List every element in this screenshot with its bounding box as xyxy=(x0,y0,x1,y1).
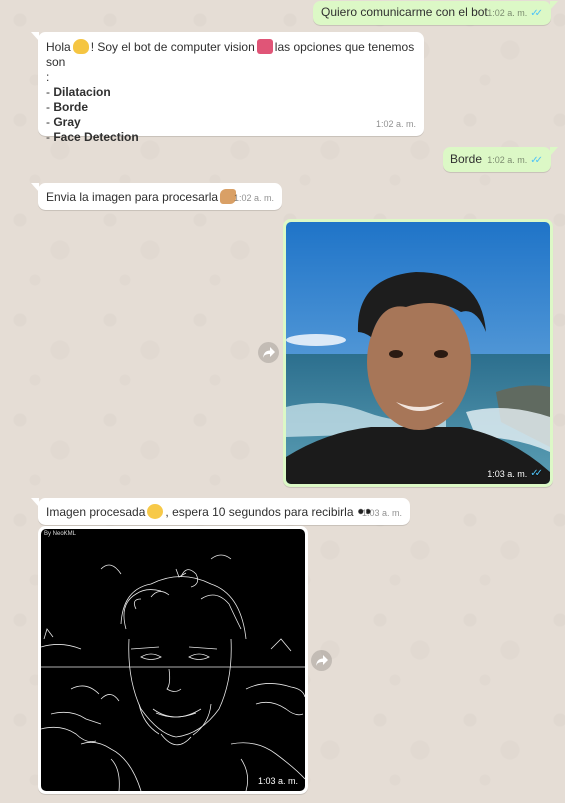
message-meta: 1:02 a. m. ✓✓ xyxy=(487,6,543,22)
option-item: - Borde xyxy=(46,100,418,115)
greeting-colon: : xyxy=(46,70,50,84)
option-item: - Face Detection xyxy=(46,130,418,145)
processed-image[interactable]: By NeoKML 1:03 a. m. xyxy=(41,529,305,791)
message-body: Hola! Soy el bot de computer vision las o… xyxy=(46,39,418,145)
option-item: - Gray xyxy=(46,115,418,130)
image-watermark: By NeoKML xyxy=(44,531,77,537)
message-body: Envia la imagen para procesarla xyxy=(46,189,238,206)
forward-icon xyxy=(315,655,328,666)
message-incoming[interactable]: Imagen procesada , espera 10 segundos par… xyxy=(31,498,410,525)
message-text: Envia la imagen para procesarla xyxy=(46,190,219,204)
message-meta: 1:03 a. m. xyxy=(362,506,402,522)
message-outgoing[interactable]: Borde 1:02 a. m. ✓✓ xyxy=(443,147,558,172)
message-meta: 1:02 a. m. ✓✓ xyxy=(487,153,543,169)
message-outgoing-photo[interactable]: 1:03 a. m. ✓✓ xyxy=(283,219,553,487)
message-text: Borde xyxy=(450,152,483,166)
message-time: 1:03 a. m. xyxy=(361,507,402,518)
selfie-photo xyxy=(286,222,550,484)
double-check-icon: ✓✓ xyxy=(530,468,543,479)
message-text: Quiero comunicarme con el bot xyxy=(321,5,488,19)
double-check-icon: ✓✓ xyxy=(530,154,543,166)
message-incoming[interactable]: Hola! Soy el bot de computer vision las o… xyxy=(31,32,424,144)
robot-emoji xyxy=(256,39,273,54)
waving-hand-emoji xyxy=(72,39,89,54)
edge-detected-image xyxy=(41,554,305,791)
message-time: 1:02 a. m. xyxy=(233,192,274,203)
option-label: Borde xyxy=(53,100,89,114)
forward-icon xyxy=(262,347,275,358)
message-meta: 1:02 a. m. xyxy=(234,191,274,207)
option-label: Gray xyxy=(53,115,81,129)
option-label: Face Detection xyxy=(53,130,139,144)
message-text-post: , espera 10 segundos para recibirla xyxy=(165,505,354,519)
forward-button[interactable] xyxy=(311,650,332,671)
greeting-text: Hola xyxy=(46,40,71,54)
message-incoming-photo[interactable]: By NeoKML 1:03 a. m. xyxy=(38,526,308,794)
message-body: Imagen procesada , espera 10 segundos par… xyxy=(46,504,374,521)
message-time: 1:03 a. m. xyxy=(487,468,528,479)
greeting-text-mid: ! Soy el bot de computer vision xyxy=(90,40,255,54)
forward-button[interactable] xyxy=(258,342,279,363)
option-label: Dilatacion xyxy=(53,85,111,99)
message-meta: 1:02 a. m. xyxy=(376,117,416,133)
photo-image[interactable]: 1:03 a. m. ✓✓ xyxy=(286,222,550,484)
message-incoming[interactable]: Envia la imagen para procesarla 1:02 a. … xyxy=(31,183,282,210)
option-list: - Dilatacion - Borde - Gray - Face Detectio… xyxy=(46,85,418,145)
partying-face-emoji xyxy=(147,504,164,519)
message-meta: 1:03 a. m. ✓✓ xyxy=(487,468,543,479)
double-check-icon: ✓✓ xyxy=(530,7,543,19)
message-outgoing[interactable]: Quiero comunicarme con el bot 1:02 a. m.… xyxy=(313,1,558,25)
message-meta: 1:03 a. m. xyxy=(258,776,298,786)
option-item: - Dilatacion xyxy=(46,85,418,100)
message-time: 1:03 a. m. xyxy=(257,776,298,786)
message-time: 1:02 a. m. xyxy=(487,154,528,165)
message-text: Imagen procesada xyxy=(46,505,146,519)
message-time: 1:02 a. m. xyxy=(487,7,528,18)
message-time: 1:02 a. m. xyxy=(375,118,416,129)
